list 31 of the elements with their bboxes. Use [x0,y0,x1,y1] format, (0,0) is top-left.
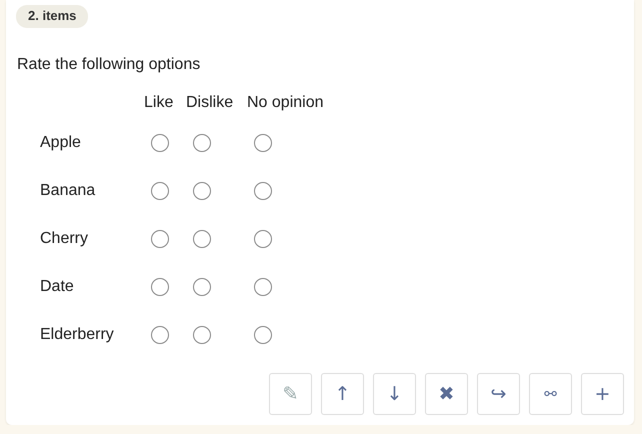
radio-button[interactable] [254,326,272,344]
radio-button[interactable] [151,230,169,248]
radio-button[interactable] [193,278,211,296]
column-header: No opinion [247,94,324,113]
radio-button[interactable] [193,134,211,152]
row-label: Apple [39,135,82,153]
radio-button[interactable] [254,278,272,296]
radio-button[interactable] [151,326,169,344]
add-button[interactable]: + [581,373,624,415]
radio-button[interactable] [151,182,169,200]
row-label: Date [39,279,75,297]
column-header: Dislike [186,94,234,113]
radio-button[interactable] [254,182,272,200]
link-button[interactable]: ⚯ [529,373,572,415]
radio-button[interactable] [193,182,211,200]
section-badge: 2. items [16,5,88,28]
move-up-button[interactable]: ↑ [321,373,364,415]
radio-button[interactable] [151,134,169,152]
row-label: Cherry [39,231,90,249]
radio-button[interactable] [193,326,211,344]
question-text: Rate the following options [17,56,202,74]
redirect-button[interactable]: ↪ [477,373,520,415]
radio-button[interactable] [151,278,169,296]
column-header: Like [144,94,174,113]
move-down-button[interactable]: ↓ [373,373,416,415]
radio-button[interactable] [193,230,211,248]
delete-button[interactable]: ✖ [425,373,468,415]
row-label: Banana [39,183,96,201]
radio-button[interactable] [254,134,272,152]
row-label: Elderberry [39,327,115,345]
radio-button[interactable] [254,230,272,248]
